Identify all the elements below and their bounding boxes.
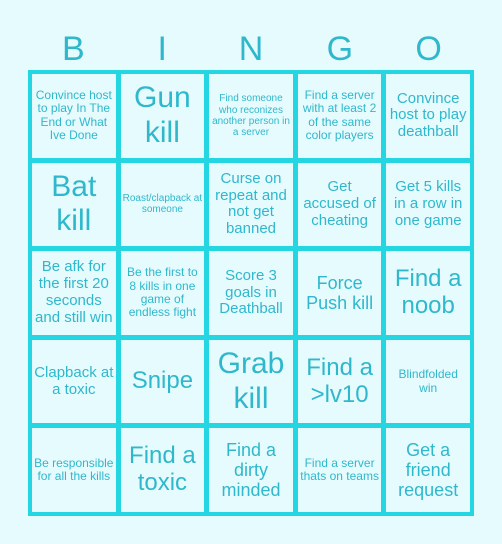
bingo-cell[interactable]: Roast/clapback at someone xyxy=(120,162,205,247)
header-letter-i: I xyxy=(157,30,167,68)
bingo-header: B I N G O xyxy=(29,28,473,70)
bingo-cell[interactable]: Curse on repeat and not get banned xyxy=(209,162,293,247)
header-letter-n: N xyxy=(238,30,264,68)
bingo-cell[interactable]: Find a dirty minded xyxy=(209,428,293,512)
bingo-cell[interactable]: Score 3 goals in Deathball xyxy=(209,251,293,335)
header-letter-o: O xyxy=(415,30,442,68)
bingo-cell[interactable]: Force Push kill xyxy=(297,251,382,335)
bingo-cell[interactable]: Be afk for the first 20 seconds and stil… xyxy=(32,251,116,335)
bingo-board: Convince host to play In The End or What… xyxy=(28,70,474,516)
bingo-cell[interactable]: Clapback at a toxic xyxy=(32,339,116,424)
bingo-cell[interactable]: Get 5 kills in a row in one game xyxy=(386,162,470,247)
bingo-cell[interactable]: Gun kill xyxy=(120,74,205,158)
bingo-cell[interactable]: Find someone who reconizes another perso… xyxy=(209,74,293,158)
bingo-cell[interactable]: Find a >lv10 xyxy=(297,339,382,424)
bingo-cell[interactable]: Find a toxic xyxy=(120,428,205,512)
bingo-cell[interactable]: Snipe xyxy=(120,339,205,424)
bingo-cell[interactable]: Grab kill xyxy=(209,339,293,424)
bingo-cell[interactable]: Be responsible for all the kills xyxy=(32,428,116,512)
bingo-cell[interactable]: Get accused of cheating xyxy=(297,162,382,247)
bingo-cell[interactable]: Bat kill xyxy=(32,162,116,247)
bingo-cell[interactable]: Be the first to 8 kills in one game of e… xyxy=(120,251,205,335)
header-letter-g: G xyxy=(326,30,354,68)
bingo-cell[interactable]: Get a friend request xyxy=(386,428,470,512)
bingo-cell[interactable]: Blindfolded win xyxy=(386,339,470,424)
bingo-cell[interactable]: Find a server thats on teams xyxy=(297,428,382,512)
bingo-cell[interactable]: Convince host to play In The End or What… xyxy=(32,74,116,158)
header-letter-b: B xyxy=(62,30,85,68)
bingo-cell[interactable]: Find a noob xyxy=(386,251,470,335)
bingo-cell[interactable]: Convince host to play deathball xyxy=(386,74,470,158)
bingo-cell[interactable]: Find a server with at least 2 of the sam… xyxy=(297,74,382,158)
